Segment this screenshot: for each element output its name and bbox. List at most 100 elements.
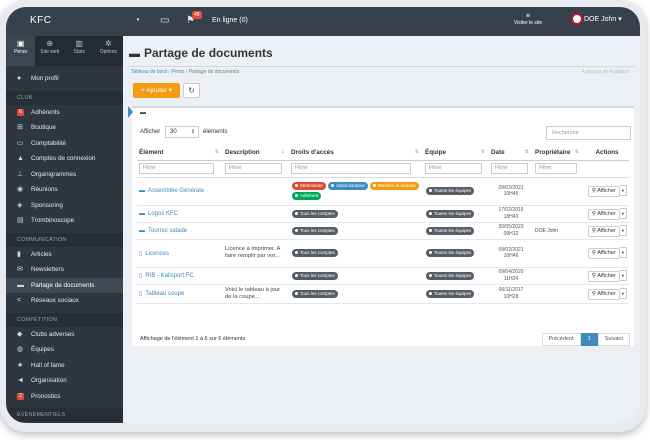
action-dropdown-toggle[interactable]: ▾: [619, 185, 627, 196]
action-dropdown-toggle[interactable]: ▾: [619, 247, 627, 258]
element-link[interactable]: ▯ RIB - Kalisport FC: [139, 273, 194, 279]
action-dropdown-toggle[interactable]: ▾: [619, 224, 627, 236]
time-text: 09H12: [503, 230, 519, 237]
sidebar-item-comptes-de-connexion[interactable]: ▲ Comptes de connexion: [6, 151, 123, 167]
show-action-button[interactable]: ⚲ Afficher: [587, 186, 620, 197]
element-link[interactable]: ▯ Tableau coupe: [139, 291, 184, 297]
sidebar-item-comptabilité[interactable]: ▭ Comptabilité: [6, 136, 123, 152]
sidebar-item-organisation[interactable]: ◄ Organisation: [6, 373, 123, 389]
brand-name[interactable]: KFC: [30, 15, 52, 26]
filter-input[interactable]: Filtrer: [425, 163, 483, 174]
filter-input[interactable]: Filtrer: [491, 163, 528, 174]
action-dropdown-toggle[interactable]: ▾: [619, 287, 627, 299]
dot-icon: [295, 228, 298, 232]
tab-stats[interactable]: ▥ Stats: [65, 36, 94, 66]
show-action-button[interactable]: ⚲ Afficher: [587, 225, 620, 237]
sidebar-item-label: Hall of fame: [31, 361, 65, 369]
sort-icon: ⇅: [480, 149, 485, 155]
tab-site-web[interactable]: ⊕ Site web: [35, 36, 64, 66]
team-label-text: Toutes les équipes: [434, 250, 472, 255]
sidebar-item-boutique[interactable]: ⊞ Boutique: [6, 120, 123, 136]
refresh-button[interactable]: ↻: [183, 83, 200, 98]
element-link[interactable]: ▬ Tournoi salade: [139, 228, 187, 234]
sidebar-item-articles[interactable]: ▮ Articles: [6, 247, 123, 263]
search-input[interactable]: Recherche: [546, 126, 631, 140]
sidebar-item-trombinoscope[interactable]: ▤ Trombinoscope: [6, 213, 123, 229]
column-header[interactable]: Droits d'accès ⇅: [289, 146, 423, 161]
description-cell: [223, 222, 289, 240]
dashboard-icon[interactable]: ◔: [134, 15, 140, 26]
inbox-icon[interactable]: ▭: [160, 15, 169, 26]
action-dropdown-toggle[interactable]: ▾: [619, 207, 627, 219]
show-action-button[interactable]: ⚲ Afficher: [587, 248, 620, 259]
dot-icon: [429, 273, 432, 277]
user-menu[interactable]: DOE John ▾: [584, 15, 622, 23]
team-label-text: Toutes les équipes: [434, 290, 472, 296]
about-link[interactable]: A propos de Kalisport: [581, 69, 629, 75]
team-cell: Toutes les équipes: [423, 284, 489, 304]
access-label-text: Adhérent: [300, 193, 319, 198]
online-status[interactable]: En ligne (0): [212, 17, 248, 24]
column-header[interactable]: Actions: [583, 146, 629, 161]
page-size-select[interactable]: 30: [165, 126, 199, 138]
table-info: Affichage de l'élément 1 à 6 sur 6 éléme…: [140, 336, 246, 342]
breadcrumb-item[interactable]: Perso: [171, 69, 184, 75]
sidebar-item-adhérents[interactable]: 6 Adhérents: [6, 105, 123, 121]
time-text: 10H45: [503, 191, 519, 197]
breadcrumb-item[interactable]: Tableau de bord: [131, 69, 167, 75]
sidebar-item-partage-de-documents[interactable]: ▬ Partage de documents: [6, 277, 123, 293]
column-header[interactable]: Description ⇣: [223, 146, 289, 161]
element-link[interactable]: ▬ Logos KFC: [139, 211, 178, 217]
column-header[interactable]: Propriétaire ⇅: [533, 146, 583, 161]
add-button-label: + Ajouter: [141, 87, 167, 94]
lock-icon: ▲: [17, 155, 24, 162]
sidebar-item-sponsoring[interactable]: ◈ Sponsoring: [6, 198, 123, 214]
visit-site-link[interactable]: ⊕ Visiter le site: [510, 13, 546, 27]
user-name: DOE John: [584, 16, 617, 23]
access-label: Webmaster: [292, 182, 326, 190]
element-name: Assemblée Générale: [148, 188, 205, 194]
action-dropdown-toggle[interactable]: ▾: [619, 269, 627, 281]
sidebar-item-clubs-adverses[interactable]: ◆ Clubs adverses: [6, 327, 123, 343]
filter-input[interactable]: Filtrer: [139, 163, 215, 174]
tab-perso[interactable]: ▣ Perso: [6, 36, 36, 66]
table-row: ▬ Logos KFC Tous les comptes Toutes les équ…: [137, 205, 629, 223]
filter-input[interactable]: Filtrer: [225, 163, 283, 174]
show-action-button[interactable]: ⚲ Afficher: [587, 270, 620, 282]
owner-cell: [533, 205, 583, 223]
next-page-button[interactable]: Suivant: [597, 333, 630, 346]
column-header[interactable]: Équipe ⇅: [423, 146, 489, 161]
sidebar-item-pronostics[interactable]: 2 Pronostics: [6, 389, 123, 405]
tab-options[interactable]: ✲ Options: [94, 36, 123, 66]
element-name: Tableau coupe: [145, 291, 185, 297]
show-action-button[interactable]: ⚲ Afficher: [587, 208, 620, 220]
column-header[interactable]: Élément ⇅: [137, 146, 223, 161]
description-cell: [223, 267, 289, 285]
sidebar-item-label: Réunions: [31, 186, 58, 193]
filter-input[interactable]: Filtrer: [291, 163, 411, 174]
shield-icon: ◆: [17, 330, 23, 338]
column-header-label: Droits d'accès: [291, 149, 334, 157]
description-cell: [223, 205, 289, 223]
team-label-text: Toutes les équipes: [434, 272, 472, 278]
sidebar-item-réseaux-sociaux[interactable]: < Réseaux sociaux: [6, 293, 123, 309]
element-link[interactable]: ▬ Assemblée Générale: [139, 188, 204, 194]
column-header[interactable]: Date ⇅: [489, 146, 533, 161]
show-action-button[interactable]: ⚲ Afficher: [587, 288, 620, 300]
prev-page-button[interactable]: Précédent: [541, 333, 581, 346]
sidebar-item-label: Boutique: [31, 124, 56, 131]
page-1-button[interactable]: 1: [580, 333, 598, 346]
sidebar-item-organigrammes[interactable]: ⊥ Organigrammes: [6, 167, 123, 183]
sidebar-item-réunions[interactable]: ◉ Réunions: [6, 182, 123, 198]
filter-input[interactable]: Filtrer: [535, 163, 578, 174]
tab-label: Perso: [14, 49, 28, 55]
sidebar-item-équipes[interactable]: ◍ Équipes: [6, 342, 123, 358]
element-link[interactable]: ▯ Licences: [139, 251, 169, 257]
sidebar-item-hall-of-fame[interactable]: ★ Hall of fame: [6, 358, 123, 374]
envelope-icon: ✉: [17, 266, 23, 273]
element-name: Logos KFC: [148, 210, 179, 217]
sidebar-item-profile[interactable]: ● Mon profil: [6, 71, 123, 87]
table-header: Élément ⇅ Description ⇣ Droits d'accès ⇅ Équip…: [137, 146, 629, 161]
add-button[interactable]: + Ajouter ▾: [133, 83, 180, 98]
sidebar-item-newsletters[interactable]: ✉ Newsletters: [6, 262, 123, 278]
